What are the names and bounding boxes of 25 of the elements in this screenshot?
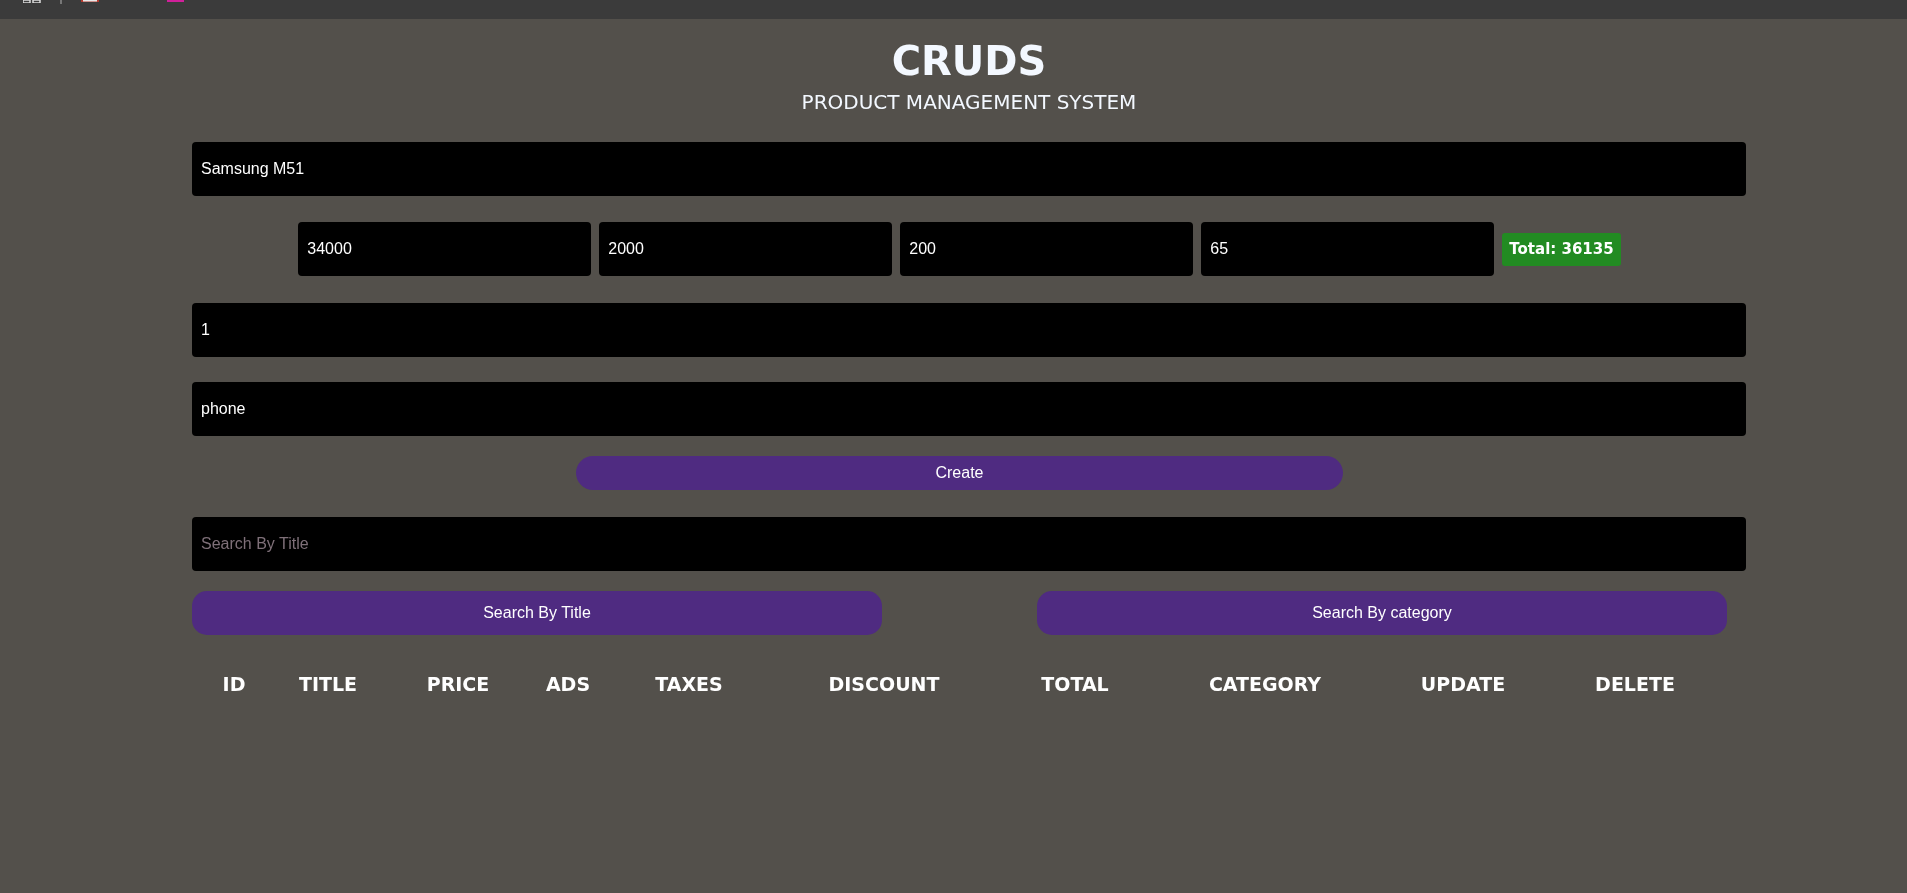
column-header: ADS bbox=[545, 672, 591, 696]
page-subtitle: PRODUCT MANAGEMENT SYSTEM bbox=[801, 90, 1137, 114]
search-button[interactable]: Search By Title bbox=[192, 591, 882, 635]
price-input[interactable]: 2000 bbox=[599, 222, 893, 276]
price-input[interactable]: 200 bbox=[900, 222, 1194, 276]
grid-icon[interactable] bbox=[23, 0, 41, 3]
column-header: UPDATE bbox=[1420, 672, 1506, 696]
column-header: CATEGORY bbox=[1208, 672, 1322, 696]
count-input[interactable]: 1 bbox=[192, 303, 1746, 357]
page-title: CRUDS bbox=[891, 39, 1047, 83]
column-header: ID bbox=[222, 672, 246, 696]
category-input[interactable]: phone bbox=[192, 382, 1746, 436]
search-input[interactable]: Search By Title bbox=[192, 517, 1746, 571]
column-header: TAXES bbox=[655, 672, 723, 696]
price-input[interactable]: 34000 bbox=[298, 222, 592, 276]
column-header: TOTAL bbox=[1041, 672, 1109, 696]
column-header: PRICE bbox=[426, 672, 490, 696]
column-header: DELETE bbox=[1595, 672, 1675, 696]
price-input[interactable]: 65 bbox=[1201, 222, 1495, 276]
column-header: TITLE bbox=[298, 672, 358, 696]
title-input[interactable]: Samsung M51 bbox=[192, 142, 1746, 196]
total-badge: Total: 36135 bbox=[1502, 232, 1621, 266]
create-button[interactable]: Create bbox=[576, 456, 1343, 490]
search-button[interactable]: Search By category bbox=[1037, 591, 1727, 635]
column-header: DISCOUNT bbox=[828, 672, 940, 696]
